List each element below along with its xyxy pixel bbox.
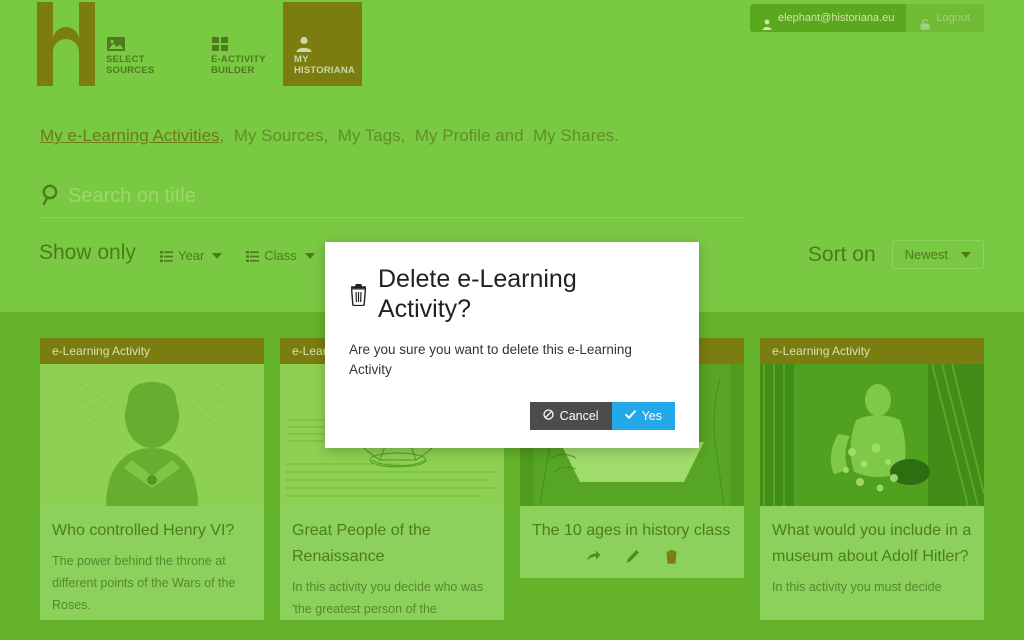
- confirm-button[interactable]: Yes: [611, 402, 675, 430]
- modal-overlay: Delete e-Learning Activity? Are you sure…: [0, 0, 1024, 640]
- modal-button-row: Cancel Yes: [349, 402, 675, 430]
- trash-icon: [349, 283, 368, 306]
- modal-title-text: Delete e-Learning Activity?: [378, 265, 577, 323]
- cancel-button[interactable]: Cancel: [529, 402, 612, 430]
- ban-icon: [543, 409, 554, 423]
- delete-confirmation-modal: Delete e-Learning Activity? Are you sure…: [325, 242, 699, 448]
- cancel-button-label: Cancel: [559, 409, 599, 423]
- confirm-button-label: Yes: [641, 409, 662, 423]
- check-icon: [624, 409, 636, 423]
- modal-body-text: Are you sure you want to delete this e-L…: [349, 342, 632, 377]
- modal-title-row: Delete e-Learning Activity?: [349, 264, 675, 324]
